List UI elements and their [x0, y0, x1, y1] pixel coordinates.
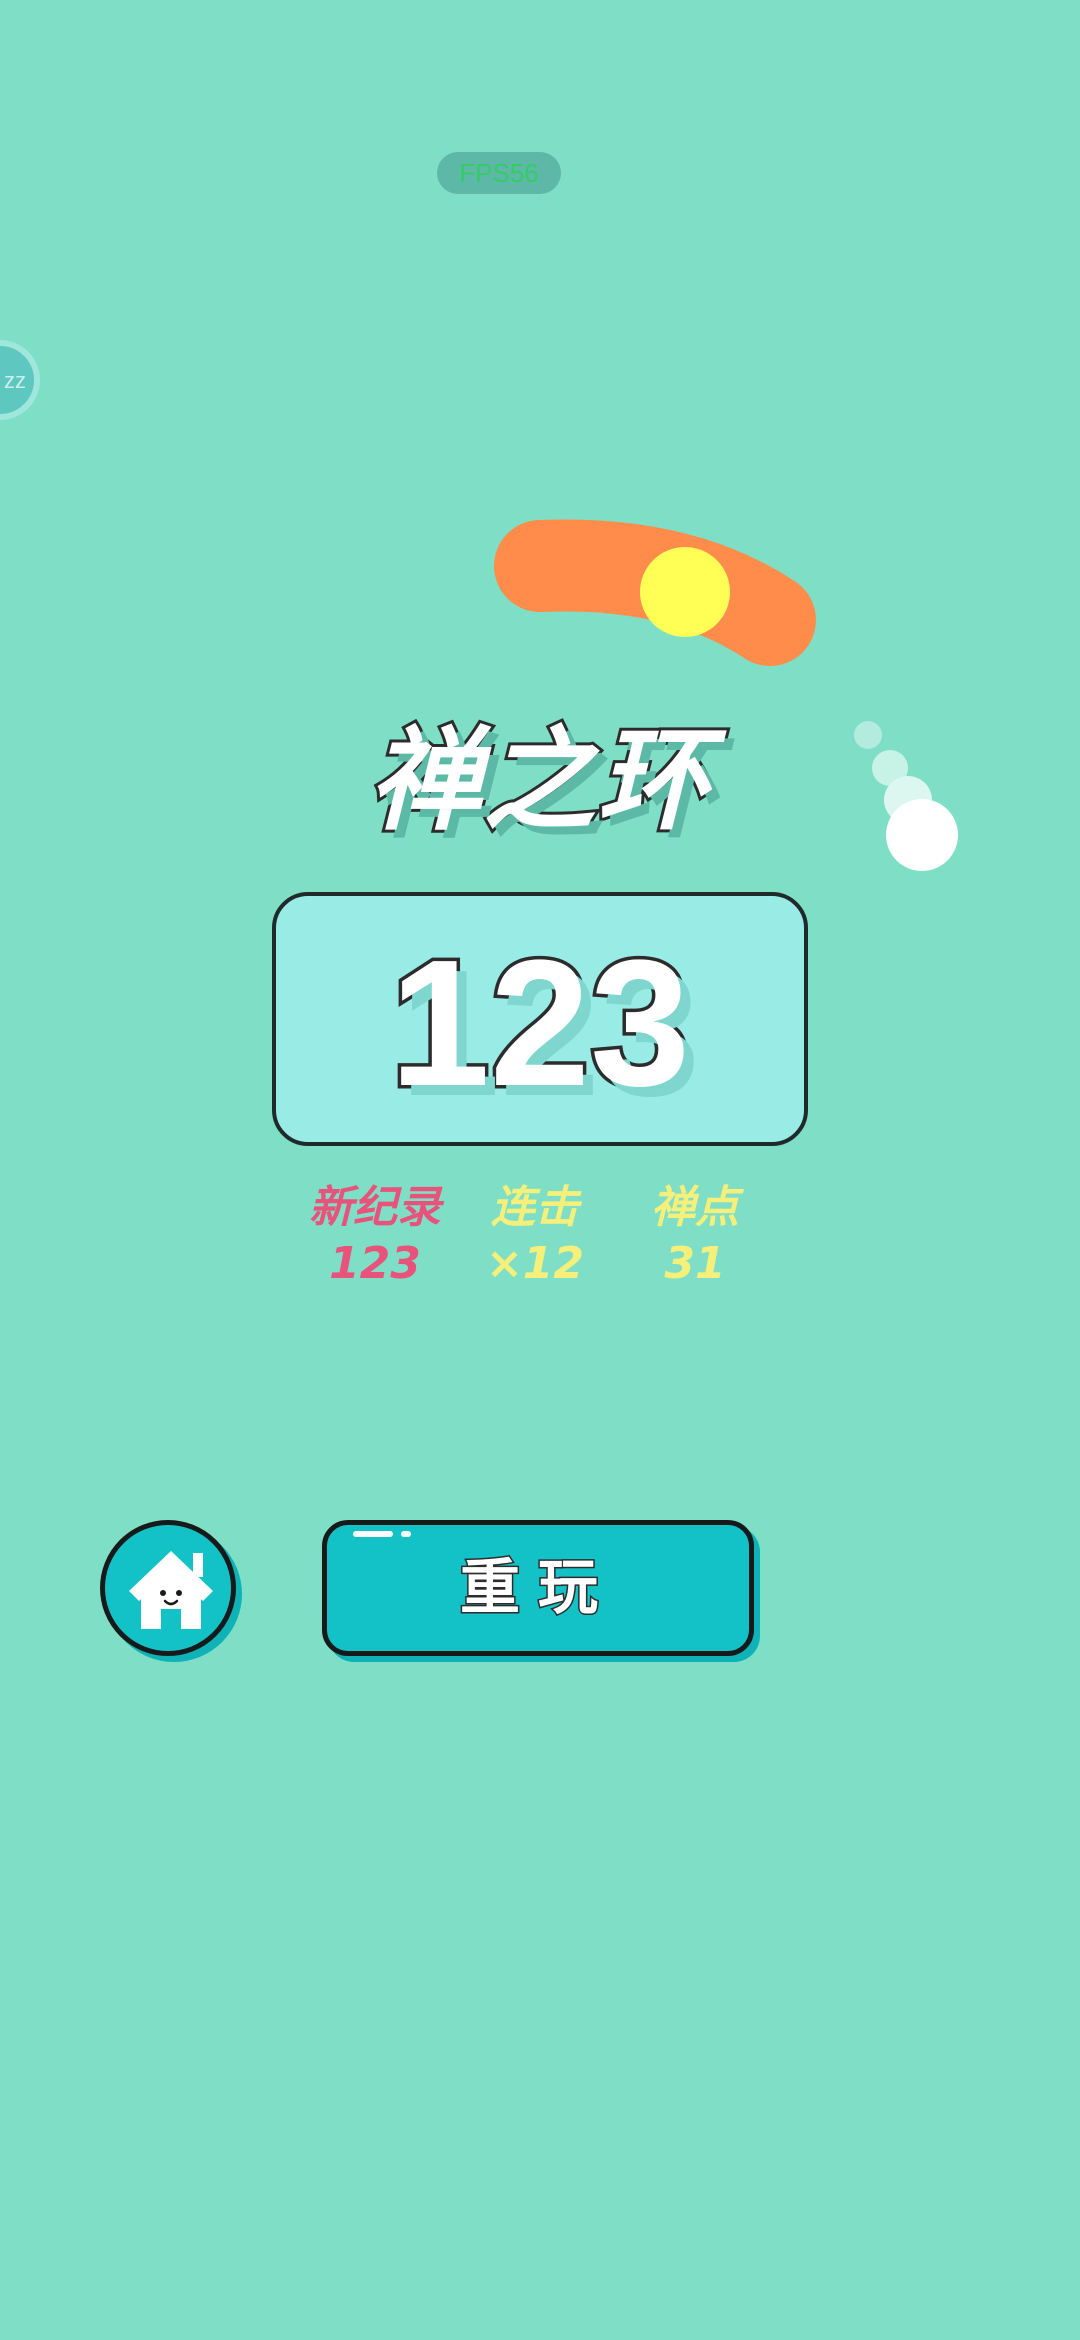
stat-points: 禅点 31 — [605, 1180, 785, 1292]
score-value: 123 — [386, 920, 693, 1127]
replay-button-label: 重玩 — [459, 1552, 616, 1625]
game-title: 禅之环 — [366, 713, 712, 849]
stat-combo-label: 连击 — [491, 1182, 579, 1233]
stat-record-label: 新纪录 — [309, 1182, 441, 1233]
stat-points-label: 禅点 — [651, 1182, 739, 1233]
home-icon — [129, 1551, 213, 1629]
stat-record-value: 123 — [329, 1238, 421, 1289]
stat-points-value: 31 — [664, 1238, 726, 1289]
yellow-ball — [640, 547, 730, 637]
score-panel: 123 — [272, 892, 808, 1146]
stat-combo: 连击 ×12 — [445, 1180, 625, 1292]
stat-combo-value: ×12 — [485, 1238, 585, 1289]
home-button[interactable] — [100, 1520, 236, 1656]
stat-record: 新纪录 123 — [285, 1180, 465, 1292]
replay-button[interactable]: 重玩 — [322, 1520, 754, 1656]
